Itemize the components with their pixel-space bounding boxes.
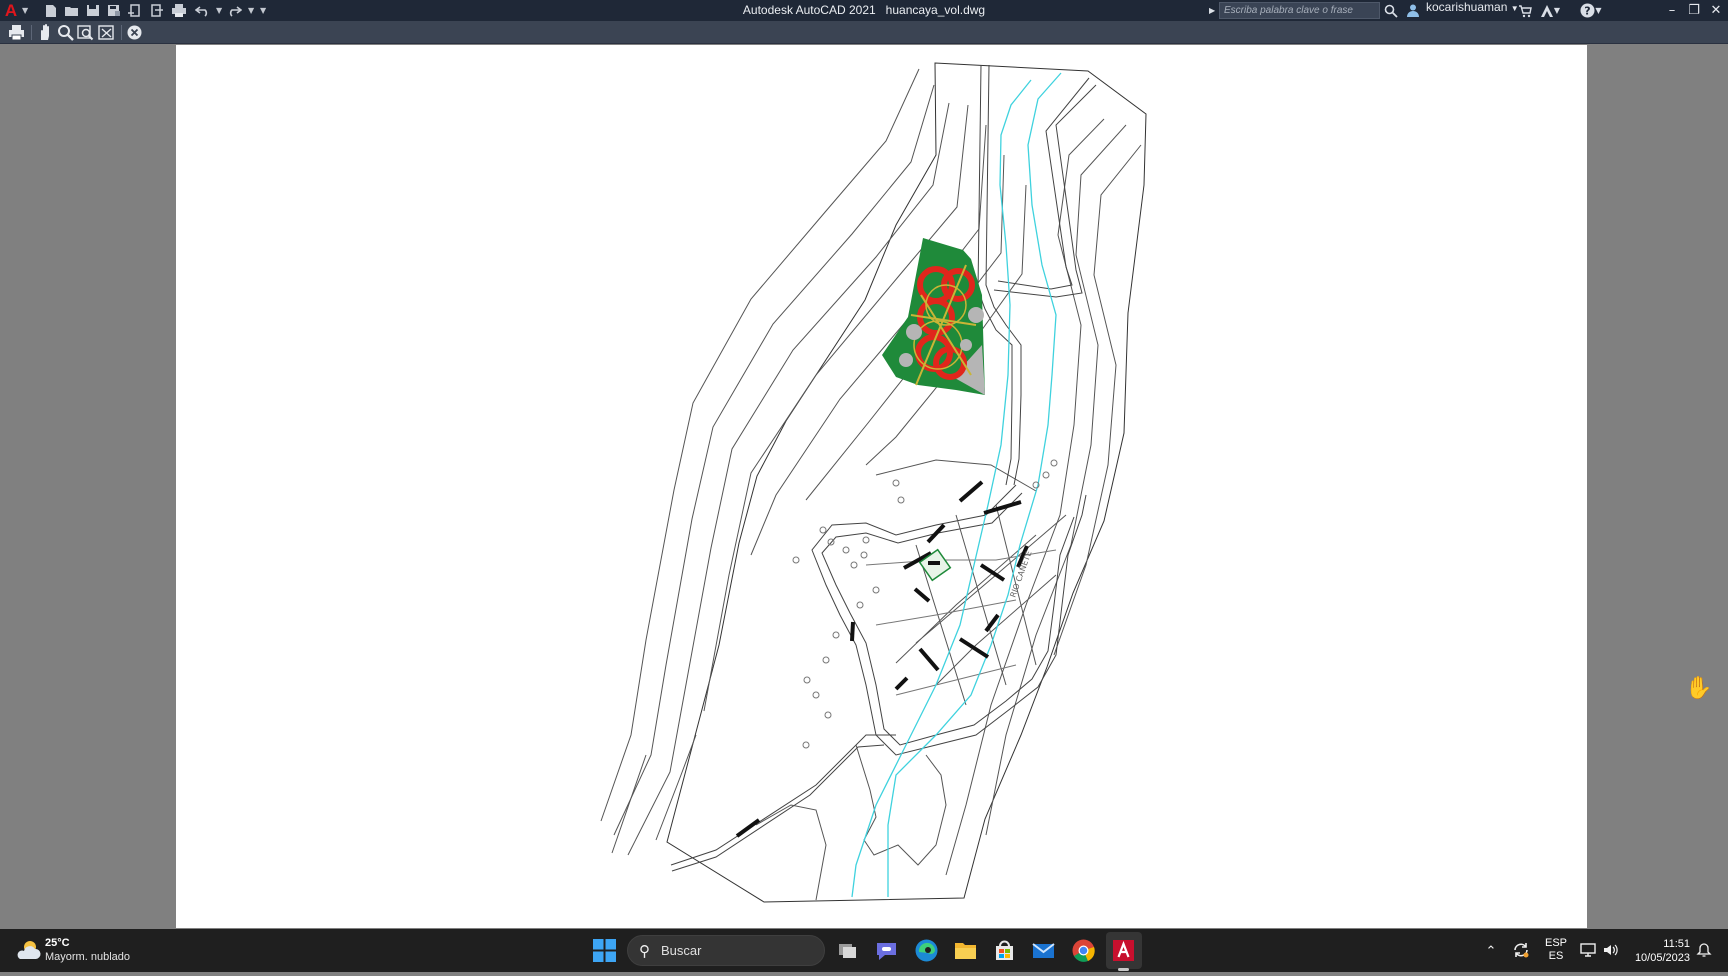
- user-account-menu[interactable]: kocarishuaman ▼: [1426, 0, 1519, 21]
- block-dimension-marks: [735, 480, 1029, 838]
- plot-preview-area[interactable]: RIO CAÑETE ✋: [0, 44, 1728, 929]
- cart-icon[interactable]: [1517, 0, 1533, 21]
- customize-quick-access-icon[interactable]: ▼: [260, 0, 266, 21]
- chrome-icon[interactable]: [1070, 937, 1097, 964]
- teams-chat-icon[interactable]: [873, 937, 900, 964]
- app-name: Autodesk AutoCAD 2021: [742, 3, 876, 17]
- property-boundary: [666, 62, 1147, 903]
- windows-start-icon[interactable]: [593, 939, 616, 962]
- river-lines: [851, 72, 1062, 898]
- volume-icon[interactable]: [1600, 929, 1620, 972]
- help-icon[interactable]: ? ▼: [1576, 0, 1606, 21]
- restore-icon[interactable]: ❐: [1683, 0, 1705, 21]
- redo-list-chevron-icon[interactable]: ▼: [248, 0, 254, 21]
- svg-text:?: ?: [1585, 5, 1591, 18]
- paper-sheet: RIO CAÑETE: [176, 45, 1587, 928]
- clock-time: 11:51: [1663, 938, 1690, 950]
- app-menu-chevron-icon[interactable]: ▼: [22, 0, 28, 21]
- search-icon[interactable]: [1383, 0, 1399, 21]
- keyword-search-input[interactable]: Escriba palabra clave o frase: [1219, 2, 1380, 19]
- notification-bell-icon[interactable]: [1694, 929, 1714, 972]
- save-as-icon[interactable]: [106, 3, 122, 18]
- undo-icon[interactable]: [195, 3, 211, 18]
- site-plan-drawing: RIO CAÑETE: [600, 62, 1147, 903]
- new-icon[interactable]: [43, 3, 59, 18]
- minimize-icon[interactable]: –: [1661, 0, 1683, 21]
- microsoft-store-icon[interactable]: [991, 937, 1018, 964]
- show-hidden-icons-chevron-icon[interactable]: ⌃: [1482, 929, 1500, 972]
- undo-list-chevron-icon[interactable]: ▼: [216, 0, 222, 21]
- windows-taskbar: 25°C Mayorm. nublado ⚲ Buscar ⌃ ESP ES 1…: [0, 929, 1728, 972]
- plot-icon[interactable]: [171, 3, 187, 18]
- mail-icon[interactable]: [1030, 937, 1057, 964]
- search-label: Buscar: [661, 943, 702, 958]
- zoom-window-icon[interactable]: [76, 23, 95, 42]
- file-explorer-icon[interactable]: [952, 937, 979, 964]
- redo-icon[interactable]: [226, 3, 242, 18]
- pan-icon[interactable]: [35, 23, 54, 42]
- title-bar: A ▼ ▼ ▼ ▼ Autodesk AutoCAD 2021 huancaya_…: [0, 0, 1728, 21]
- user-icon[interactable]: [1405, 0, 1421, 21]
- zoom-original-icon[interactable]: [97, 23, 116, 42]
- export-icon[interactable]: [148, 3, 164, 18]
- keyboard-layout: ES: [1548, 950, 1564, 962]
- autocad-logo-icon[interactable]: A: [2, 0, 20, 21]
- language-code: ESP: [1544, 937, 1567, 949]
- search-icon: ⚲: [639, 943, 650, 960]
- system-clock[interactable]: 11:51 10/05/2023: [1628, 937, 1690, 965]
- plaza: [918, 548, 952, 582]
- weather-description: Mayorm. nublado: [45, 951, 130, 963]
- save-icon[interactable]: [85, 3, 101, 18]
- zoom-icon[interactable]: [56, 23, 75, 42]
- file-name: huancaya_vol.dwg: [885, 3, 986, 17]
- pan-hand-cursor-icon: ✋: [1685, 676, 1713, 701]
- import-icon[interactable]: [127, 3, 143, 18]
- weather-temperature: 25°C: [45, 937, 70, 949]
- park-area: [882, 238, 985, 395]
- open-icon[interactable]: [64, 3, 80, 18]
- sync-update-icon[interactable]: [1508, 929, 1534, 972]
- close-icon[interactable]: ✕: [1705, 0, 1727, 21]
- username: kocarishuaman: [1426, 0, 1508, 14]
- task-view-icon[interactable]: [834, 937, 861, 964]
- edge-icon[interactable]: [913, 937, 940, 964]
- partly-cloudy-icon: [17, 941, 41, 959]
- autocad-icon[interactable]: [1110, 937, 1137, 971]
- network-icon[interactable]: [1578, 929, 1598, 972]
- search-expand-arrow-icon[interactable]: ▶: [1209, 0, 1215, 21]
- plot-icon[interactable]: [7, 23, 26, 42]
- input-language[interactable]: ESP ES: [1544, 937, 1568, 963]
- a360-icon[interactable]: ▼: [1537, 0, 1563, 21]
- clock-date: 10/05/2023: [1634, 952, 1690, 964]
- taskbar-search-box[interactable]: ⚲ Buscar: [627, 935, 825, 966]
- plot-preview-toolbar: [0, 21, 1728, 44]
- close-preview-icon[interactable]: [125, 23, 144, 42]
